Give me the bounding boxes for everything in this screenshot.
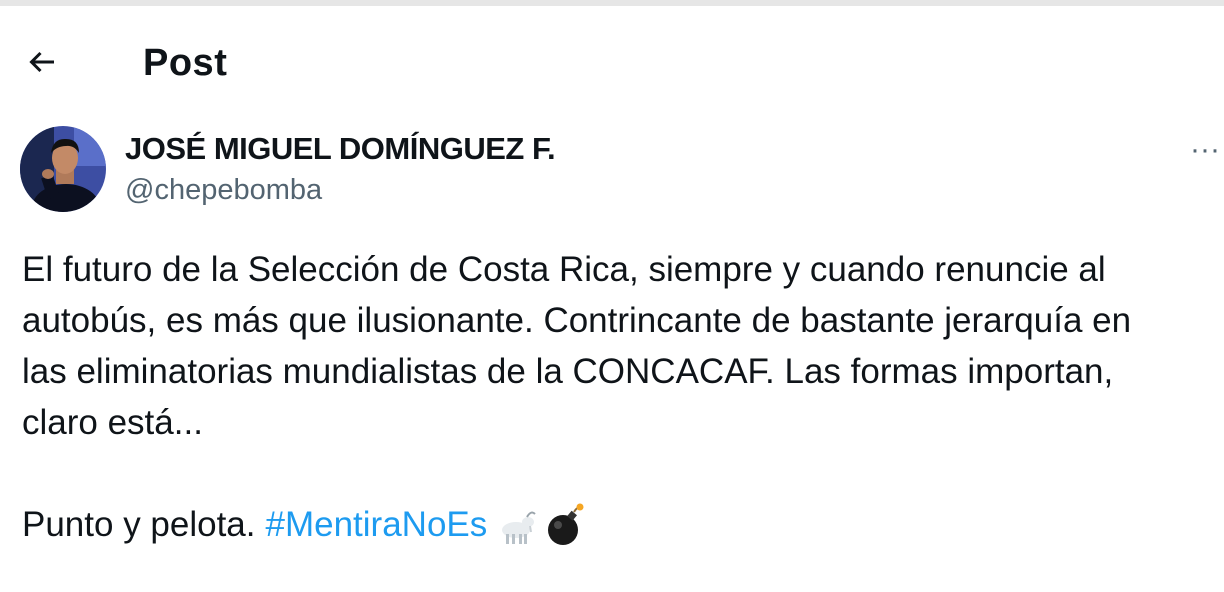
- page-title: Post: [143, 42, 228, 84]
- hashtag-link[interactable]: #MentiraNoEs: [266, 499, 488, 550]
- post-header: Post: [0, 30, 1224, 100]
- post-text-line: claro está...: [22, 403, 203, 442]
- post-text-line: autobús, es más que ilusionante. Contrin…: [22, 301, 1132, 340]
- post-author: JOSÉ MIGUEL DOMÍNGUEZ F. @chepebomba ···: [0, 124, 1224, 214]
- top-divider: [0, 0, 1224, 6]
- post-text: El futuro de la Selección de Costa Rica,…: [22, 244, 1222, 550]
- author-display-name[interactable]: JOSÉ MIGUEL DOMÍNGUEZ F.: [125, 131, 556, 167]
- back-button[interactable]: [18, 42, 66, 86]
- author-handle[interactable]: @chepebomba: [125, 174, 322, 207]
- post-text-line: las eliminatorias mundialistas de la CON…: [22, 352, 1114, 391]
- avatar[interactable]: [20, 126, 106, 212]
- post-text-line: El futuro de la Selección de Costa Rica,…: [22, 250, 1106, 289]
- goat-emoji-icon: [493, 502, 539, 548]
- more-options-icon[interactable]: ···: [1190, 132, 1224, 168]
- bomb-emoji-icon: [545, 502, 585, 548]
- post-page: Post JOSÉ MIGUEL DOMÍNGUEZ F. @chepebomb…: [0, 0, 1224, 592]
- arrow-left-icon: [24, 44, 60, 85]
- closing-text: Punto y pelota.: [22, 505, 256, 544]
- post-closing-line: Punto y pelota. #MentiraNoEs: [22, 499, 1222, 550]
